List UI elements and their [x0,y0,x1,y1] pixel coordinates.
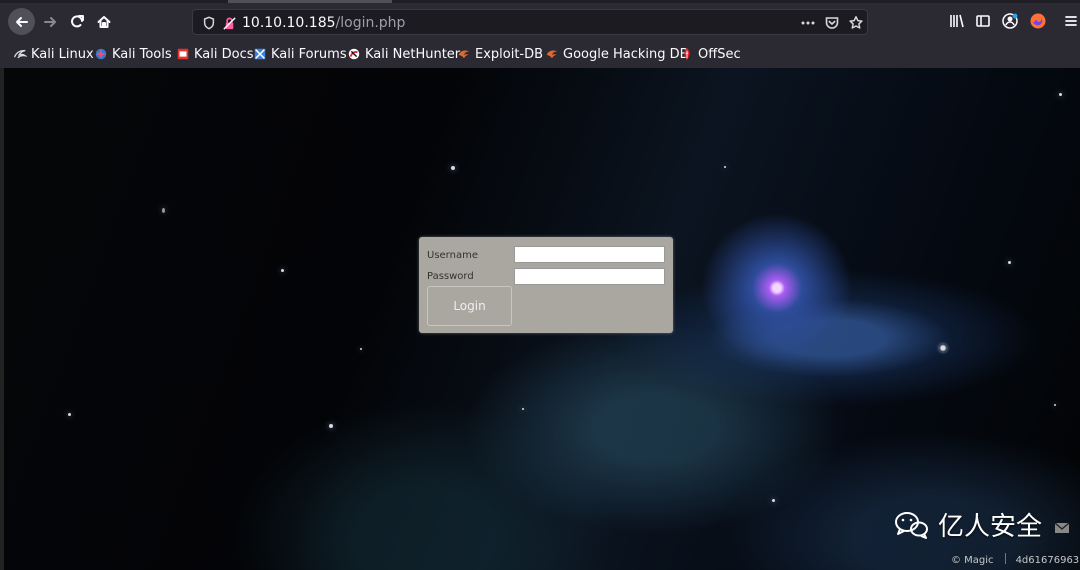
kali-tools-icon [95,48,107,60]
star [522,408,524,410]
kali-forums-icon [254,48,266,60]
bookmark-kali-docs[interactable]: Kali Docs [176,45,254,63]
exploit-db-icon [458,50,470,59]
reload-icon [70,14,84,27]
bookmark-label: OffSec [698,46,741,62]
back-button[interactable] [8,8,35,35]
credit-separator [1004,553,1006,564]
reload-button[interactable] [63,8,90,35]
active-tab-indicator[interactable] [228,0,392,3]
bookmark-label: Google Hacking DB [563,46,689,62]
navigation-toolbar: 10.10.10.185/login.php [0,0,1080,41]
library-icon[interactable] [945,9,969,33]
star [281,269,284,272]
firefox-extension-icon[interactable] [1026,9,1050,33]
account-icon[interactable] [998,9,1022,33]
bookmark-kali-forums[interactable]: Kali Forums [253,45,347,63]
google-hacking-db-icon [546,50,558,59]
star [1059,93,1062,96]
star [1008,261,1011,264]
password-input[interactable] [514,268,665,285]
star [1054,404,1056,406]
sidebar-icon[interactable] [971,9,995,33]
bookmark-kali-linux[interactable]: Kali Linux [13,45,94,63]
username-label: Username [427,250,478,261]
bookmark-kali-nethunter[interactable]: Kali NetHunter [347,45,460,63]
credit-text: © Magic [951,555,994,566]
url-text[interactable]: 10.10.10.185/login.php [242,14,405,32]
bookmark-exploit-db[interactable]: Exploit-DB [457,45,543,63]
back-arrow-icon [15,16,28,27]
kali-linux-icon [14,49,27,59]
username-input[interactable] [514,246,665,263]
kali-nethunter-icon [348,48,360,60]
forward-arrow-icon [43,16,56,27]
mail-icon[interactable] [1054,522,1070,534]
bookmark-label: Kali NetHunter [365,46,461,62]
bookmark-label: Kali Forums [271,46,347,62]
star [772,499,775,502]
watermark-brand: 亿人安全 [938,512,1043,542]
login-button[interactable]: Login [427,286,512,326]
bookmarks-toolbar: Kali Linux Kali Tools Kali Docs Kali For… [0,41,1080,68]
more-actions-icon[interactable] [800,15,816,31]
forward-button[interactable] [36,8,63,35]
bookmark-label: Kali Docs [194,46,254,62]
pocket-icon[interactable] [824,15,840,31]
address-bar[interactable]: 10.10.10.185/login.php [192,9,868,35]
watermark: 亿人安全 [892,507,1052,542]
star [329,424,333,428]
url-host: 10.10.10.185 [242,15,336,31]
login-form: Username Password Login [419,237,673,333]
star [724,166,726,168]
wechat-icon [895,511,928,539]
offsec-icon [684,47,690,61]
star [939,344,947,352]
bookmark-google-hacking-db[interactable]: Google Hacking DB [545,45,689,63]
bookmark-label: Kali Linux [31,46,94,62]
url-path: /login.php [335,15,406,31]
star [360,348,362,350]
bookmark-label: Exploit-DB [475,46,544,62]
home-button[interactable] [90,8,117,35]
kali-docs-icon [177,48,189,60]
bookmark-label: Kali Tools [112,46,172,62]
tracking-protection-icon[interactable] [201,15,217,31]
bookmark-offsec[interactable]: OffSec [680,45,741,63]
password-label: Password [427,271,474,282]
bookmark-kali-tools[interactable]: Kali Tools [94,45,172,63]
star [451,166,455,170]
star [162,208,165,213]
insecure-connection-icon[interactable] [221,15,237,31]
bookmark-star-icon[interactable] [848,15,864,31]
star [68,413,71,416]
browser-window: 10.10.10.185/login.php Kali Linux Kali T… [0,0,1080,570]
hamburger-menu-icon[interactable] [1059,9,1080,33]
image-id: 4d61676963 [1015,555,1080,566]
image-credit: © Magic 4d61676963 [951,553,1080,567]
home-icon [97,15,110,28]
tab-strip [0,0,1080,3]
